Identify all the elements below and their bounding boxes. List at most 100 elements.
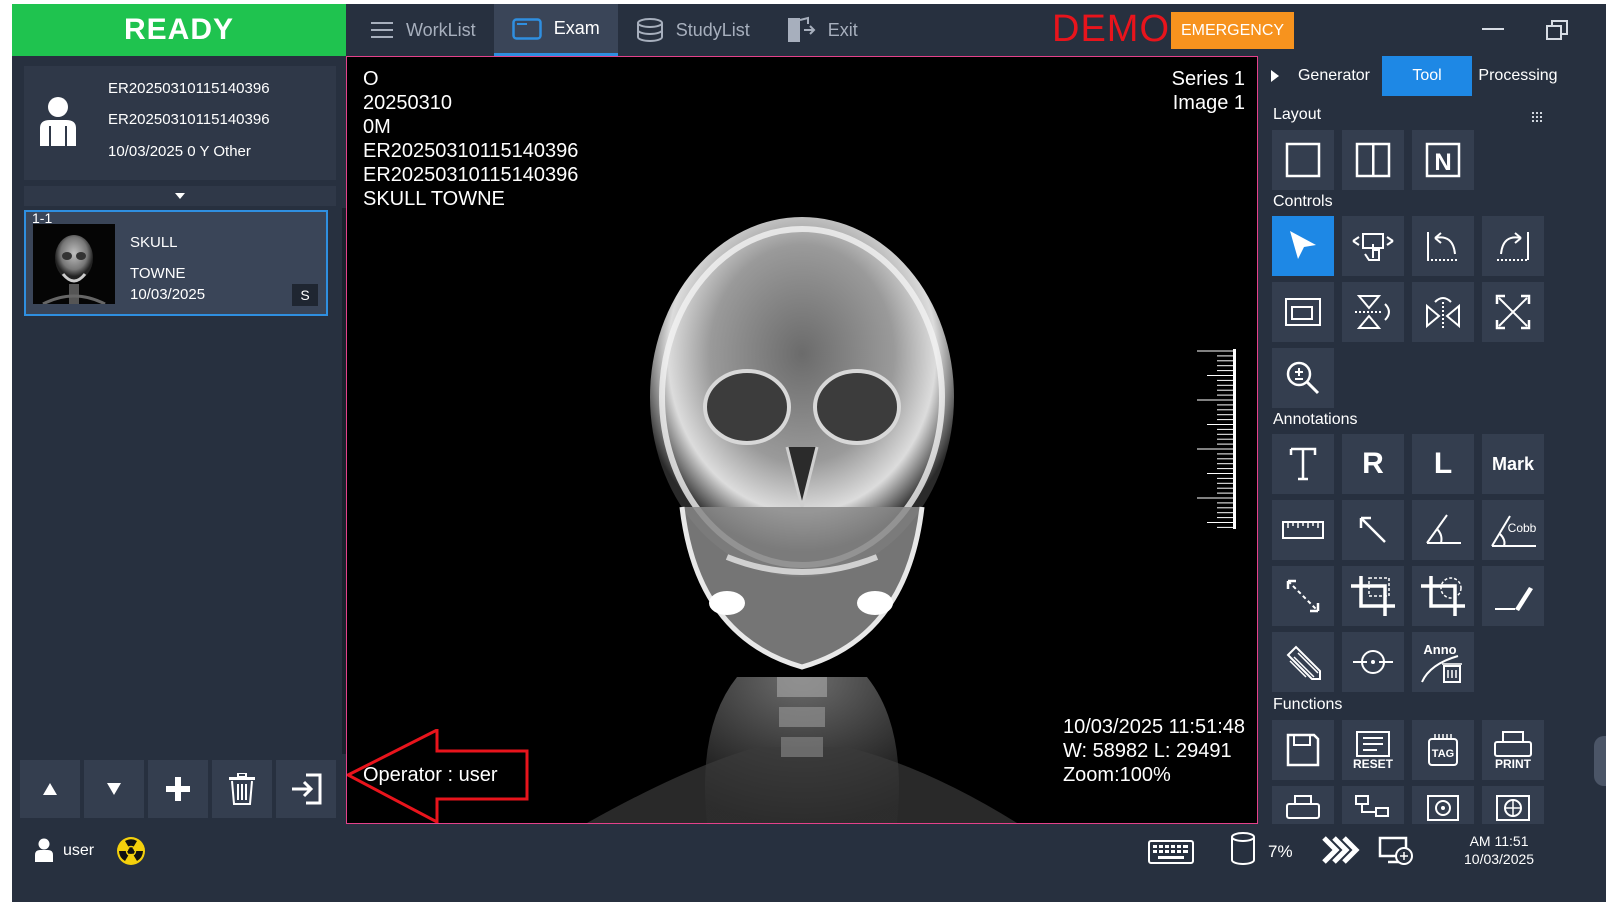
nav-exit-label: Exit (827, 19, 858, 40)
crop-circle-button[interactable] (1412, 566, 1474, 626)
left-marker-button[interactable]: L (1412, 434, 1474, 494)
status-ready-banner: READY (12, 4, 346, 56)
layout-single-button[interactable] (1272, 130, 1334, 190)
freehand-draw-button[interactable] (1482, 566, 1544, 626)
overlay-zoom: Zoom:100% (1062, 764, 1171, 786)
zoom-icon (1286, 361, 1320, 395)
print-preview-button[interactable] (1272, 786, 1334, 824)
network-status-icon[interactable] (1378, 836, 1414, 866)
ruler-button[interactable] (1272, 500, 1334, 560)
angle-icon (1426, 514, 1461, 544)
select-pointer-button[interactable] (1272, 216, 1334, 276)
mark-button[interactable]: Mark (1482, 434, 1544, 494)
right-marker-label: R (1362, 447, 1384, 480)
app-window: READY WorkList Exam StudyList Exit DEMO … (12, 4, 1606, 902)
overlay-series-info: Series 1 Image 1 (1172, 67, 1245, 115)
move-down-button[interactable] (84, 760, 144, 818)
keyboard-icon[interactable] (1148, 840, 1194, 864)
fast-forward-icon[interactable] (1322, 836, 1360, 864)
clock-date: 10/03/2025 (1464, 851, 1535, 867)
tab-tool[interactable]: Tool (1382, 56, 1472, 96)
print-label: PRINT (1495, 757, 1532, 770)
reset-icon: RESET (1353, 731, 1394, 770)
delete-annotation-button[interactable]: Anno (1412, 632, 1474, 692)
center-point-button[interactable] (1342, 632, 1404, 692)
crop-icon (1351, 576, 1395, 616)
menu-icon (371, 22, 393, 38)
zoom-button[interactable] (1272, 348, 1334, 408)
flip-vertical-icon (1355, 295, 1390, 329)
study-view: TOWNE (130, 265, 186, 282)
image-viewer[interactable]: O 20250310 0M ER20250310115140396 ER2025… (346, 56, 1258, 824)
delete-button[interactable] (212, 760, 272, 818)
nav-exit[interactable]: Exit (768, 4, 876, 56)
emergency-button[interactable]: EMERGENCY (1171, 12, 1294, 49)
pan-hand-icon (1352, 233, 1394, 261)
section-controls-title: Controls (1273, 193, 1333, 210)
pen-line-icon (1495, 587, 1533, 611)
left-marker-label: L (1433, 447, 1453, 480)
nav-studylist-label: StudyList (675, 19, 750, 40)
crop-button[interactable] (1342, 566, 1404, 626)
move-up-button[interactable] (20, 760, 80, 818)
distance-button[interactable] (1272, 566, 1334, 626)
grid-menu-icon[interactable] (1532, 112, 1542, 122)
layout-double-button[interactable] (1342, 130, 1404, 190)
side-panel-handle[interactable] (1594, 736, 1606, 786)
nav-worklist[interactable]: WorkList (352, 4, 494, 56)
storage-icon (1231, 832, 1255, 865)
text-annotation-button[interactable] (1272, 434, 1334, 494)
tag-label: TAG (1432, 748, 1454, 760)
globe-export-button[interactable] (1482, 786, 1544, 824)
tab-generator[interactable]: Generator (1286, 56, 1382, 96)
print-button[interactable]: PRINT (1482, 720, 1544, 780)
layout-n-button[interactable]: N (1412, 130, 1474, 190)
tag-button[interactable]: TAG (1412, 720, 1474, 780)
pan-button[interactable] (1342, 216, 1404, 276)
flip-horizontal-button[interactable] (1412, 282, 1474, 342)
network-transfer-button[interactable] (1342, 786, 1404, 824)
minimize-button[interactable] (1482, 28, 1504, 30)
layout-split-icon (1355, 142, 1391, 178)
nav-exam[interactable]: Exam (493, 4, 618, 56)
overlay-series: Series 1 (1171, 68, 1245, 90)
fullscreen-button[interactable] (1482, 282, 1544, 342)
anno-label: Anno (1423, 642, 1456, 657)
exit-door-icon (787, 16, 816, 42)
restore-window-icon[interactable] (1546, 20, 1568, 40)
rotate-right-button[interactable] (1482, 216, 1544, 276)
overlay-line: ER20250310115140396 (363, 164, 579, 186)
right-marker-button[interactable]: R (1342, 434, 1404, 494)
nav-studylist[interactable]: StudyList (618, 4, 768, 56)
reset-button[interactable]: RESET (1342, 720, 1404, 780)
caret-down-icon (175, 193, 185, 199)
patient-card-toggle[interactable] (24, 186, 336, 206)
radiation-dose-button[interactable] (1412, 786, 1474, 824)
overlay-line: O (363, 68, 379, 90)
cobb-angle-button[interactable]: Cobb (1482, 500, 1544, 560)
panel-expand-button[interactable] (1264, 56, 1286, 96)
xray-image[interactable] (587, 207, 1017, 823)
pencil-hatch-icon (1286, 645, 1321, 680)
fit-window-button[interactable] (1272, 282, 1334, 342)
trash-icon (229, 773, 255, 805)
study-list-item[interactable]: 1-1 SKULL TOWNE 10/03/2025 S (24, 210, 328, 316)
current-user: user (63, 842, 95, 859)
eraser-button[interactable] (1272, 632, 1334, 692)
clock: AM 11:51 10/03/2025 (1464, 832, 1534, 868)
layout-n-icon: N (1425, 142, 1461, 178)
triangle-down-icon (107, 783, 121, 795)
tab-processing[interactable]: Processing (1472, 56, 1564, 96)
patient-details: 10/03/2025 0 Y Other (108, 143, 251, 160)
angle-button[interactable] (1412, 500, 1474, 560)
transfer-button[interactable] (276, 760, 336, 818)
add-button[interactable] (148, 760, 208, 818)
study-thumbnail (33, 224, 115, 304)
study-date: 10/03/2025 (130, 286, 206, 303)
network-nodes-icon (1355, 795, 1389, 817)
globe-icon (1496, 795, 1530, 821)
flip-vertical-button[interactable] (1342, 282, 1404, 342)
rotate-left-button[interactable] (1412, 216, 1474, 276)
arrow-annotation-button[interactable] (1342, 500, 1404, 560)
save-button[interactable] (1272, 720, 1334, 780)
